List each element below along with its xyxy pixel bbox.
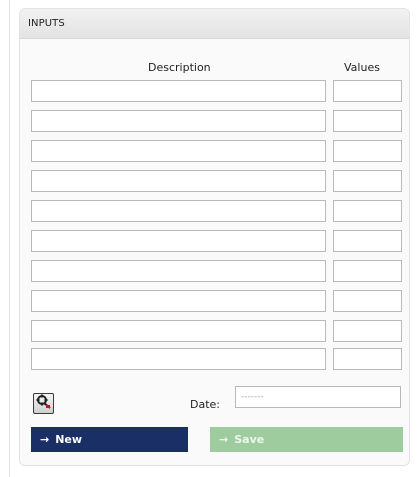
page: INPUTS Description Values Date: ------- … <box>0 0 417 477</box>
values-column-header: Values <box>344 61 380 74</box>
table-row <box>31 290 404 312</box>
new-button[interactable]: → New <box>31 427 188 452</box>
tool-settings-button[interactable] <box>33 393 54 414</box>
description-input-10[interactable] <box>31 348 326 370</box>
tool-settings-icon <box>36 394 51 413</box>
new-button-label: New <box>55 433 83 446</box>
description-input-1[interactable] <box>31 80 326 102</box>
side-divider <box>9 0 10 477</box>
value-input-8[interactable] <box>333 290 402 312</box>
table-row <box>31 80 404 102</box>
table-row <box>31 110 404 132</box>
value-input-7[interactable] <box>333 260 402 282</box>
value-input-3[interactable] <box>333 140 402 162</box>
arrow-right-icon: → <box>219 433 229 446</box>
panel-title: INPUTS <box>28 18 65 29</box>
description-input-8[interactable] <box>31 290 326 312</box>
table-row <box>31 140 404 162</box>
description-column-header: Description <box>148 61 211 74</box>
value-input-9[interactable] <box>333 320 402 342</box>
table-row <box>31 230 404 252</box>
panel-header: INPUTS <box>20 9 409 39</box>
value-input-2[interactable] <box>333 110 402 132</box>
inputs-panel: INPUTS Description Values Date: ------- … <box>19 8 410 466</box>
description-input-3[interactable] <box>31 140 326 162</box>
table-row <box>31 200 404 222</box>
description-input-2[interactable] <box>31 110 326 132</box>
date-input[interactable] <box>235 386 401 408</box>
value-input-6[interactable] <box>333 230 402 252</box>
arrow-right-icon: → <box>40 433 50 446</box>
value-input-5[interactable] <box>333 200 402 222</box>
value-input-10[interactable] <box>333 348 402 370</box>
description-input-7[interactable] <box>31 260 326 282</box>
save-button[interactable]: → Save <box>210 427 403 452</box>
table-row <box>31 170 404 192</box>
description-input-6[interactable] <box>31 230 326 252</box>
table-row <box>31 348 404 370</box>
description-input-5[interactable] <box>31 200 326 222</box>
description-input-9[interactable] <box>31 320 326 342</box>
description-input-4[interactable] <box>31 170 326 192</box>
date-label: Date: <box>190 398 220 411</box>
value-input-1[interactable] <box>333 80 402 102</box>
table-row <box>31 260 404 282</box>
value-input-4[interactable] <box>333 170 402 192</box>
save-button-label: Save <box>234 433 265 446</box>
table-row <box>31 320 404 342</box>
